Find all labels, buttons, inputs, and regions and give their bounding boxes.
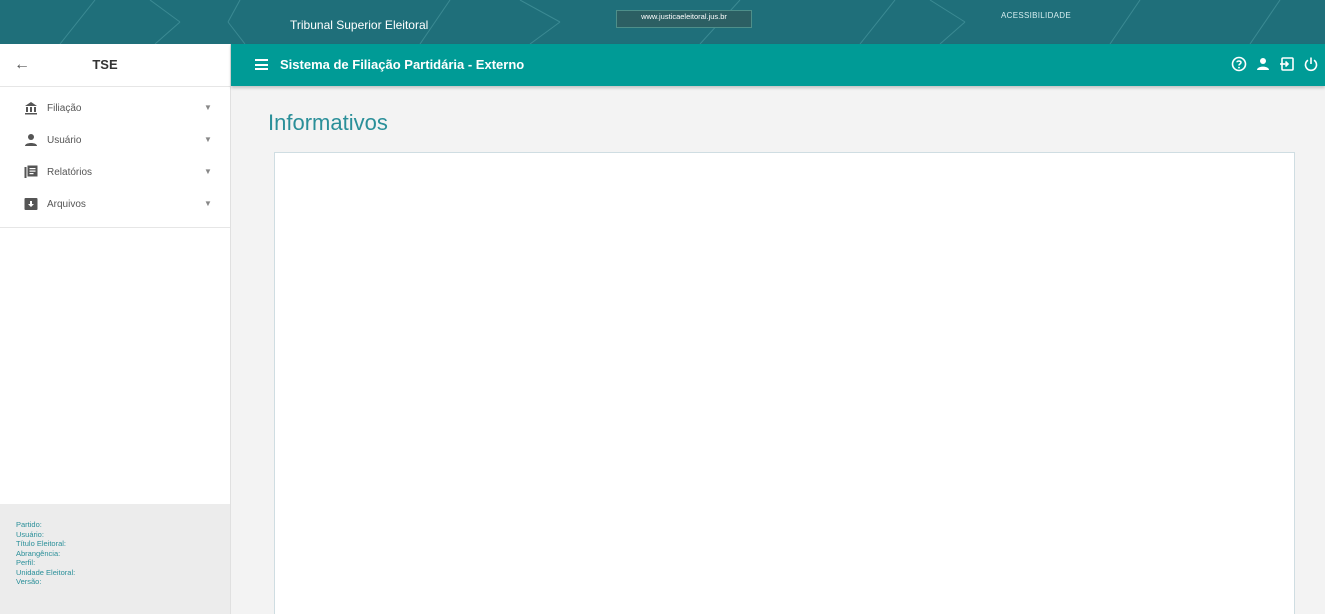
sidebar-item-usuario[interactable]: Usuário ▼ — [0, 125, 230, 157]
info-versao: Versão: — [16, 577, 42, 586]
informativos-panel — [274, 152, 1295, 614]
sidebar: ← TSE Filiação ▼ Usuário ▼ Relatórios ▼ … — [0, 44, 231, 614]
sidebar-item-filiacao[interactable]: Filiação ▼ — [0, 93, 230, 125]
bank-icon — [25, 102, 37, 115]
sidebar-item-label: Relatórios — [47, 167, 93, 178]
info-unidade-eleitoral: Unidade Eleitoral: — [16, 567, 76, 577]
appbar-actions — [1231, 56, 1319, 74]
user-info-panel: Partido: Usuário: Título Eleitoral: Abra… — [0, 504, 230, 614]
info-usuario: Usuário: — [16, 529, 44, 539]
power-icon[interactable] — [1303, 56, 1319, 72]
sidebar-item-label: Usuário — [47, 135, 82, 146]
info-perfil: Perfil: — [16, 558, 36, 567]
page-title: Informativos — [268, 110, 388, 135]
app-bar: Sistema de Filiação Partidária - Externo — [231, 44, 1325, 86]
archive-icon — [24, 198, 38, 210]
info-titulo-eleitoral: Título Eleitoral: — [16, 539, 67, 548]
sidebar-item-label: Filiação — [47, 103, 82, 114]
info-partido: Partido: — [16, 520, 42, 529]
accessibility-link[interactable]: ACESSIBILIDADE — [1001, 11, 1071, 20]
banner-site-link[interactable]: www.justicaeleitoral.jus.br — [616, 10, 752, 28]
person-icon — [25, 134, 37, 146]
banner-title: Tribunal Superior Eleitoral — [290, 18, 429, 32]
app-title: Sistema de Filiação Partidária - Externo — [280, 57, 525, 72]
sidebar-menu: Filiação ▼ Usuário ▼ Relatórios ▼ Arquiv… — [0, 87, 230, 228]
sidebar-header: ← TSE — [0, 44, 230, 87]
sidebar-item-label: Arquivos — [47, 199, 86, 210]
user-icon[interactable] — [1255, 56, 1271, 72]
help-icon[interactable] — [1231, 56, 1247, 72]
sidebar-title: TSE — [92, 57, 118, 72]
chevron-down-icon: ▼ — [204, 167, 212, 176]
sidebar-item-relatorios[interactable]: Relatórios ▼ — [0, 157, 230, 189]
report-icon — [24, 165, 38, 178]
chevron-down-icon: ▼ — [204, 103, 212, 112]
login-icon[interactable] — [1279, 56, 1295, 72]
chevron-down-icon: ▼ — [204, 199, 212, 208]
chevron-down-icon: ▼ — [204, 135, 212, 144]
hamburger-menu-icon[interactable] — [255, 59, 268, 70]
sidebar-item-arquivos[interactable]: Arquivos ▼ — [0, 189, 230, 221]
info-abrangencia: Abrangência: — [16, 548, 61, 558]
institutional-banner: Tribunal Superior Eleitoral www.justicae… — [0, 0, 1325, 44]
